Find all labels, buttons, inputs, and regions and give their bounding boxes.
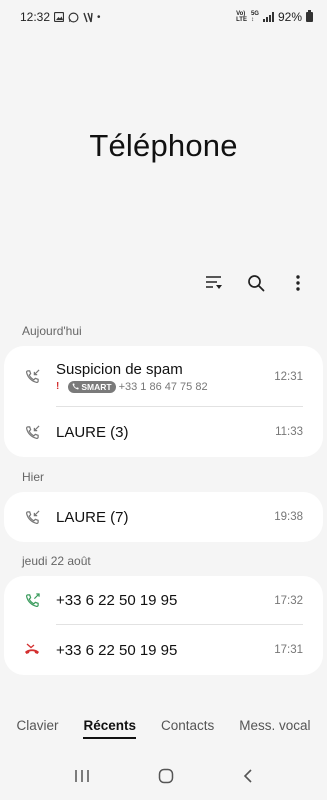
toolbar	[203, 272, 309, 294]
home-icon[interactable]	[158, 768, 174, 789]
call-row[interactable]: +33 6 22 50 19 95 17:31	[4, 625, 323, 675]
search-icon[interactable]	[245, 272, 267, 294]
caller-name: +33 6 22 50 19 95	[56, 592, 178, 609]
section-label-today: Aujourd'hui	[22, 324, 82, 338]
status-bar: 12:32 • Vo) LTE 5G ↕ 92%	[0, 0, 327, 34]
call-row[interactable]: +33 6 22 50 19 95 17:32	[4, 576, 323, 625]
call-time: 12:31	[274, 370, 303, 383]
call-time: 19:38	[274, 511, 303, 523]
call-row[interactable]: LAURE (3) 11:33	[4, 407, 323, 457]
call-group-today: Suspicion de spam ! SMART +33 1 86 47 75…	[4, 346, 323, 457]
filter-icon[interactable]	[203, 272, 225, 294]
call-time: 17:31	[274, 644, 303, 656]
tab-messagerie-vocale[interactable]: Mess. vocal	[239, 718, 310, 737]
smart-badge: SMART	[68, 380, 116, 393]
section-label-date: jeudi 22 août	[22, 554, 91, 568]
section-label-yesterday: Hier	[22, 470, 45, 484]
call-time: 11:33	[275, 426, 303, 438]
system-navigation-bar	[0, 758, 327, 798]
bottom-tabs: Clavier Récents Contacts Mess. vocal	[0, 718, 327, 739]
battery-percent: 92%	[277, 10, 302, 24]
signal-icon	[262, 12, 274, 22]
spam-warning-icon: !	[56, 381, 60, 392]
incoming-call-icon	[24, 369, 40, 385]
caller-name: Suspicion de spam	[56, 360, 183, 378]
outgoing-call-icon	[24, 593, 40, 609]
call-row[interactable]: LAURE (7) 19:38	[4, 492, 323, 542]
volte-indicator: Vo) LTE	[236, 11, 247, 23]
whatsapp-icon	[68, 12, 79, 23]
gallery-icon	[54, 12, 65, 22]
recent-apps-icon[interactable]	[74, 769, 90, 788]
battery-icon	[306, 10, 313, 22]
call-group-yesterday: LAURE (7) 19:38	[4, 492, 323, 542]
caller-number: +33 1 86 47 75 82	[118, 380, 208, 393]
caller-name: +33 6 22 50 19 95	[56, 641, 178, 659]
tab-contacts[interactable]: Contacts	[161, 718, 214, 737]
phone-icon	[72, 383, 79, 390]
call-row[interactable]: Suspicion de spam ! SMART +33 1 86 47 75…	[4, 346, 323, 407]
missed-call-icon	[24, 642, 40, 658]
app-v-icon	[83, 12, 93, 23]
more-vert-icon[interactable]	[287, 272, 309, 294]
caller-name: LAURE (3)	[56, 423, 129, 441]
page-title: Téléphone	[89, 128, 238, 163]
caller-name: LAURE (7)	[56, 508, 129, 526]
tab-clavier[interactable]: Clavier	[16, 718, 58, 737]
tab-recents[interactable]: Récents	[83, 718, 136, 739]
back-icon[interactable]	[243, 768, 253, 789]
call-time: 17:32	[274, 594, 303, 607]
call-group-date: +33 6 22 50 19 95 17:32 +33 6 22 50 19 9…	[4, 576, 323, 675]
incoming-call-icon	[24, 509, 40, 525]
notification-dot: •	[97, 11, 101, 23]
incoming-call-icon	[24, 424, 40, 440]
caller-details: ! SMART +33 1 86 47 75 82	[56, 380, 208, 393]
network-5g-indicator: 5G ↕	[250, 11, 259, 23]
status-time: 12:32	[20, 10, 51, 24]
